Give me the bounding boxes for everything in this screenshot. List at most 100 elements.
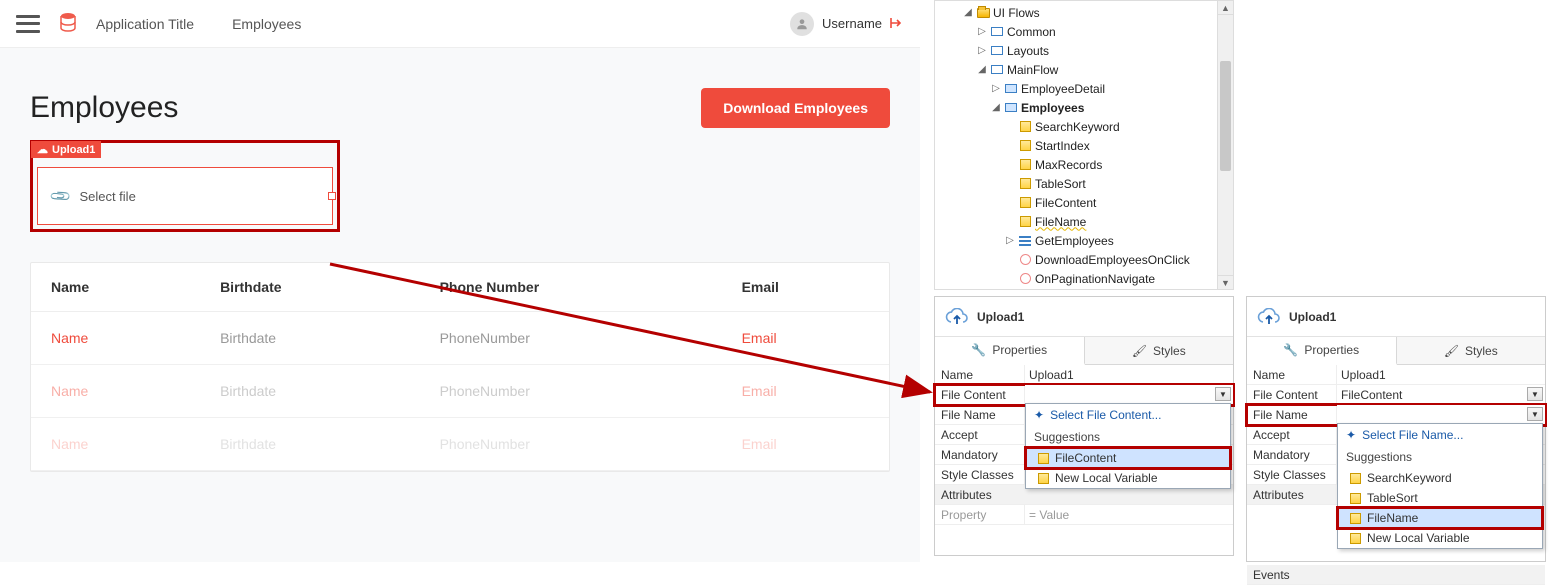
cell-name[interactable]: Name [31,365,200,418]
tree-toggle-icon[interactable]: ◢ [963,7,973,18]
panel-title: Upload1 [977,310,1024,324]
cell-email[interactable]: Email [722,312,889,365]
tree-item-downloademployeesonclick[interactable]: DownloadEmployeesOnClick [935,250,1233,269]
file-name-dropdown: ✦Select File Name... Suggestions SearchK… [1337,423,1543,549]
panel-tabs: 🔧Properties 🖌Styles [1247,337,1545,365]
prop-section-events: Events [1247,565,1545,585]
prop-row-name: NameUpload1 [1247,365,1545,385]
dropdown-head-label: Select File Name... [1362,428,1463,442]
select-icon: ✦ [1034,408,1044,422]
prop-row-file-content[interactable]: File Content▼ [935,385,1233,405]
tree-item-mainflow[interactable]: ◢MainFlow [935,60,1233,79]
tree-scrollbar[interactable]: ▲ ▼ [1217,1,1233,289]
scroll-thumb[interactable] [1220,61,1231,171]
tree-item-startindex[interactable]: StartIndex [935,136,1233,155]
cell-birth: Birthdate [200,312,420,365]
dropdown-item-searchkeyword[interactable]: SearchKeyword [1338,468,1542,488]
col-phone[interactable]: Phone Number [420,263,722,312]
file-content-input[interactable] [1029,388,1229,402]
cell-phone: PhoneNumber [420,418,722,471]
tree-label: SearchKeyword [1035,120,1120,134]
tree-item-common[interactable]: ▷Common [935,22,1233,41]
prop-value[interactable]: Upload1 [1025,365,1233,384]
dropdown-item-new-local[interactable]: New Local Variable [1026,468,1230,488]
dropdown-item-label: FileContent [1055,451,1116,465]
col-email[interactable]: Email [722,263,889,312]
dropdown-select-action[interactable]: ✦Select File Content... [1026,404,1230,426]
dropdown-item-label: New Local Variable [1367,531,1470,545]
prop-value[interactable]: Upload1 [1337,365,1545,384]
dropdown-item-filecontent[interactable]: FileContent [1026,448,1230,468]
tree-label: GetEmployees [1035,234,1114,248]
username: Username [822,16,882,31]
tree-label: TableSort [1035,177,1086,191]
resize-handle[interactable] [328,192,336,200]
tree-item-onpaginationnavigate[interactable]: OnPaginationNavigate [935,269,1233,288]
tab-properties[interactable]: 🔧Properties [1247,337,1397,365]
tree-toggle-icon[interactable]: ◢ [991,102,1001,113]
list-icon [1018,236,1032,246]
tree-toggle-icon[interactable]: ▷ [977,45,987,56]
tree-toggle-icon[interactable]: ▷ [991,83,1001,94]
tree-item-filecontent[interactable]: FileContent [935,193,1233,212]
avatar[interactable] [790,12,814,36]
tree-item-employees[interactable]: ◢Employees [935,98,1233,117]
circle-icon [1018,254,1032,265]
prop-value[interactable]: FileContent▼ [1337,385,1545,404]
logout-icon[interactable] [890,16,904,32]
dropdown-toggle-icon[interactable]: ▼ [1215,387,1231,401]
tree-item-filename[interactable]: FileName [935,212,1233,231]
dropdown-item-new-local[interactable]: New Local Variable [1338,528,1542,548]
tree-label: StartIndex [1035,139,1090,153]
prop-row-file-content: File ContentFileContent▼ [1247,385,1545,405]
scroll-up-icon[interactable]: ▲ [1218,1,1233,15]
tree-toggle-icon[interactable]: ▷ [1005,235,1015,246]
scroll-down-icon[interactable]: ▼ [1218,275,1233,289]
prop-key: File Content [1247,385,1337,404]
tree-item-getemployees[interactable]: ▷ GetEmployees [935,231,1233,250]
prop-key: Property [935,505,1025,524]
tab-properties[interactable]: 🔧Properties [935,337,1085,365]
cell-email[interactable]: Email [722,365,889,418]
cell-email[interactable]: Email [722,418,889,471]
tab-styles[interactable]: 🖌Styles [1085,337,1234,364]
prop-row-property: Property= Value [935,505,1233,525]
dropdown-item-tablesort[interactable]: TableSort [1338,488,1542,508]
tree-item-layouts[interactable]: ▷Layouts [935,41,1233,60]
paperclip-icon: 📎 [49,184,73,208]
prop-key: Name [935,365,1025,384]
dropdown-toggle-icon[interactable]: ▼ [1527,387,1543,401]
tab-styles-label: Styles [1465,344,1498,358]
upload-file-input[interactable]: 📎 Select file [37,167,333,225]
prop-value[interactable]: = Value [1025,505,1233,524]
cell-name[interactable]: Name [31,418,200,471]
prop-row-file-name[interactable]: File Name▼ [1247,405,1545,425]
tree-item-ui-flows[interactable]: ◢UI Flows [935,3,1233,22]
circle-icon [1018,273,1032,284]
file-name-input[interactable] [1341,408,1541,422]
page-title: Employees [30,91,178,125]
prop-value-input[interactable]: ▼ [1337,405,1545,424]
download-employees-button[interactable]: Download Employees [701,88,890,128]
tab-styles[interactable]: 🖌Styles [1397,337,1546,364]
tree-item-tablesort[interactable]: TableSort [935,174,1233,193]
nav-employees[interactable]: Employees [232,16,301,32]
tree-toggle-icon[interactable]: ◢ [977,64,987,75]
cell-name[interactable]: Name [31,312,200,365]
tree-toggle-icon[interactable]: ▷ [977,26,987,37]
upload-widget-selection[interactable]: ☁ Upload1 📎 Select file [30,140,340,232]
prop-value-input[interactable]: ▼ [1025,385,1233,404]
hamburger-icon[interactable] [16,15,40,33]
variable-icon [1350,513,1361,524]
dropdown-item-filename[interactable]: FileName [1338,508,1542,528]
tree-item-maxrecords[interactable]: MaxRecords [935,155,1233,174]
dropdown-select-action[interactable]: ✦Select File Name... [1338,424,1542,446]
dropdown-toggle-icon[interactable]: ▼ [1527,407,1543,421]
col-name[interactable]: Name [31,263,200,312]
cell-phone: PhoneNumber [420,312,722,365]
tree-item-employeedetail[interactable]: ▷EmployeeDetail [935,79,1233,98]
tree-item-searchkeyword[interactable]: SearchKeyword [935,117,1233,136]
prop-key: File Name [935,405,1025,424]
col-birthdate[interactable]: Birthdate [200,263,420,312]
app-topbar: Application Title Employees Username [0,0,920,48]
